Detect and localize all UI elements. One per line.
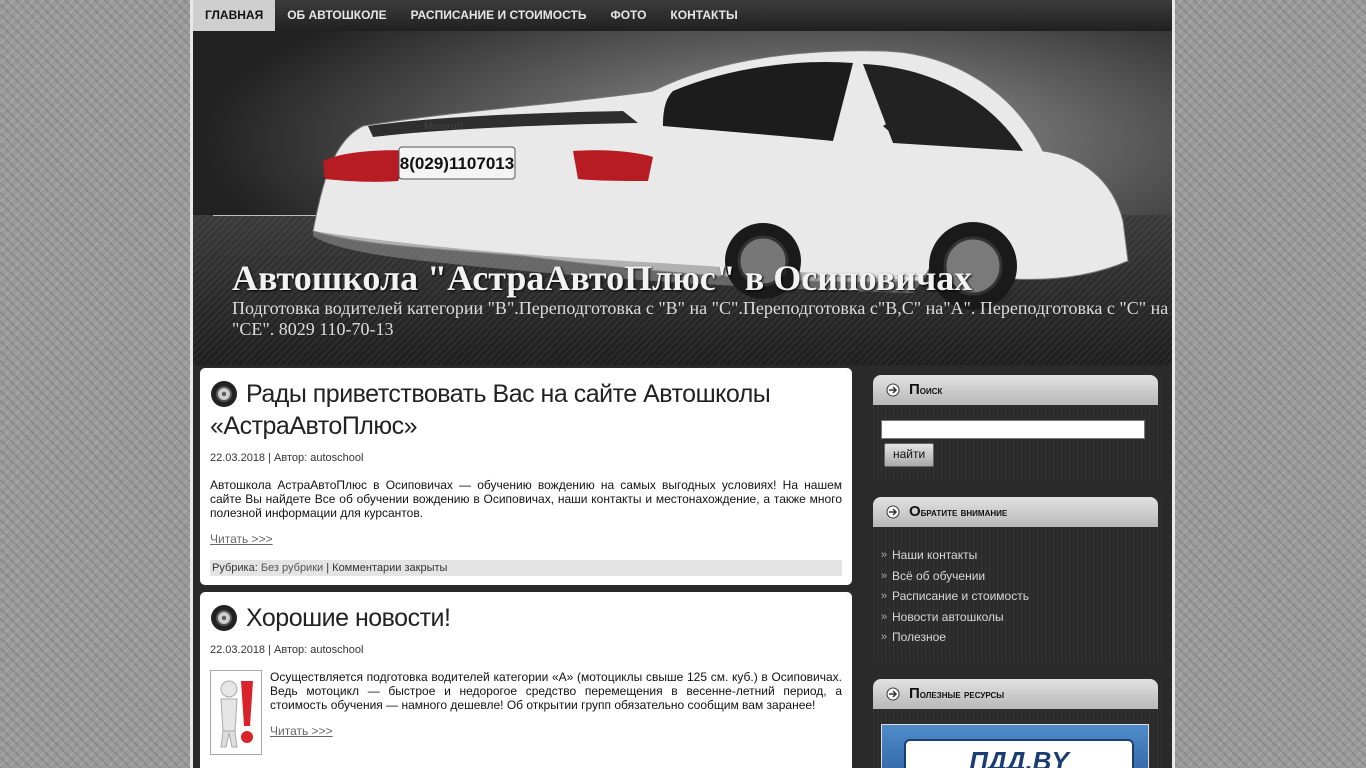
- attention-widget: Обратите внимание Наши контакты Всё об о…: [873, 497, 1165, 663]
- widget-title-initial: О: [909, 503, 921, 520]
- post-title[interactable]: Хорошие новости!: [210, 602, 842, 634]
- widget-title-rest: оиск: [919, 383, 943, 397]
- post-date: 22.03.2018: [210, 644, 266, 656]
- widget-title: Полезные ресурсы: [873, 679, 1158, 709]
- tire-icon: [211, 605, 237, 631]
- site-description: Подготовка водителей категории "В".Переп…: [232, 298, 1169, 339]
- arrow-circle-icon: [886, 687, 900, 701]
- car-taillight-right: [573, 150, 653, 181]
- nav-contacts[interactable]: Контакты: [658, 0, 749, 31]
- attention-item-useful[interactable]: Полезное: [881, 627, 1029, 648]
- pdd-banner[interactable]: ПДД.BY: [881, 724, 1149, 768]
- post-meta: 22.03.2018 | Автор: autoschool: [210, 452, 364, 464]
- widget-title-initial: П: [909, 685, 920, 702]
- post-content: Осуществляется подготовка водителей кате…: [210, 670, 842, 755]
- main-nav: Главная Об автошколе Расписание и стоимо…: [193, 0, 1172, 31]
- widget-title-rest: олезные ресурсы: [919, 687, 1005, 701]
- post-excerpt: Осуществляется подготовка водителей кате…: [270, 670, 842, 712]
- post-author-label: Автор:: [274, 644, 308, 656]
- nav-home[interactable]: Главная: [193, 0, 276, 31]
- post-date: 22.03.2018: [210, 452, 266, 464]
- post-category-link[interactable]: Без рубрики: [261, 562, 323, 574]
- widget-title-initial: П: [909, 381, 920, 398]
- attention-list: Наши контакты Всё об обучении Расписание…: [881, 545, 1029, 648]
- read-more-link[interactable]: Читать >>>: [210, 532, 273, 546]
- car-badge-text: Maserati: [422, 120, 463, 132]
- site-title[interactable]: Автошкола "АстраАвтоПлюс" в Осиповичах: [232, 257, 972, 299]
- arrow-circle-icon: [886, 505, 900, 519]
- search-widget: Поиск найти: [873, 375, 1165, 481]
- arrow-circle-icon: [886, 383, 900, 397]
- attention-item-training[interactable]: Всё об обучении: [881, 566, 1029, 587]
- nav-schedule[interactable]: Расписание и стоимость: [399, 0, 599, 31]
- post-title-text[interactable]: Рады приветствовать Вас на сайте Автошко…: [210, 380, 771, 440]
- attention-item-schedule[interactable]: Расписание и стоимость: [881, 586, 1029, 607]
- nav-about[interactable]: Об автошколе: [275, 0, 398, 31]
- post-author[interactable]: autoschool: [310, 644, 363, 656]
- attention-item-news[interactable]: Новости автошколы: [881, 607, 1029, 628]
- search-input[interactable]: [881, 420, 1145, 439]
- post-card: Хорошие новости! 22.03.2018 | Автор: aut…: [200, 592, 852, 768]
- resources-widget: Полезные ресурсы ПДД.BY: [873, 679, 1165, 768]
- post-body: Осуществляется подготовка водителей кате…: [270, 670, 842, 755]
- nav-photo[interactable]: Фото: [598, 0, 658, 31]
- post-card: Рады приветствовать Вас на сайте Автошко…: [200, 368, 852, 585]
- widget-title-rest: братите внимание: [920, 505, 1008, 519]
- car-plate-text: 8(029)1107013: [400, 154, 514, 173]
- post-meta: 22.03.2018 | Автор: autoschool: [210, 644, 364, 656]
- page-wrapper: Главная Об автошколе Расписание и стоимо…: [190, 0, 1175, 768]
- header-banner: 8(029)1107013 Maserati Автошкола "АстраА…: [193, 31, 1172, 365]
- post-excerpt: Автошкола АстраАвтоПлюс в Осиповичах — о…: [210, 478, 842, 520]
- pdd-banner-text: ПДД.BY: [904, 739, 1134, 768]
- widget-title: Обратите внимание: [873, 497, 1158, 527]
- search-button[interactable]: найти: [884, 443, 935, 467]
- post-category-label: Рубрика:: [212, 562, 258, 574]
- post-comments-status: Комментарии закрыты: [332, 562, 448, 574]
- post-author-label: Автор:: [274, 452, 308, 464]
- post-title[interactable]: Рады приветствовать Вас на сайте Автошко…: [210, 378, 842, 442]
- attention-item-contacts[interactable]: Наши контакты: [881, 545, 1029, 566]
- tire-icon: [211, 381, 237, 407]
- exclamation-figure-thumbnail[interactable]: [210, 670, 262, 755]
- widget-title: Поиск: [873, 375, 1158, 405]
- post-author[interactable]: autoschool: [310, 452, 363, 464]
- exclamation-figure-icon: [220, 680, 253, 748]
- read-more-link[interactable]: Читать >>>: [270, 724, 333, 738]
- post-footer: Рубрика: Без рубрики | Комментарии закры…: [210, 560, 842, 576]
- post-title-text[interactable]: Хорошие новости!: [246, 604, 451, 632]
